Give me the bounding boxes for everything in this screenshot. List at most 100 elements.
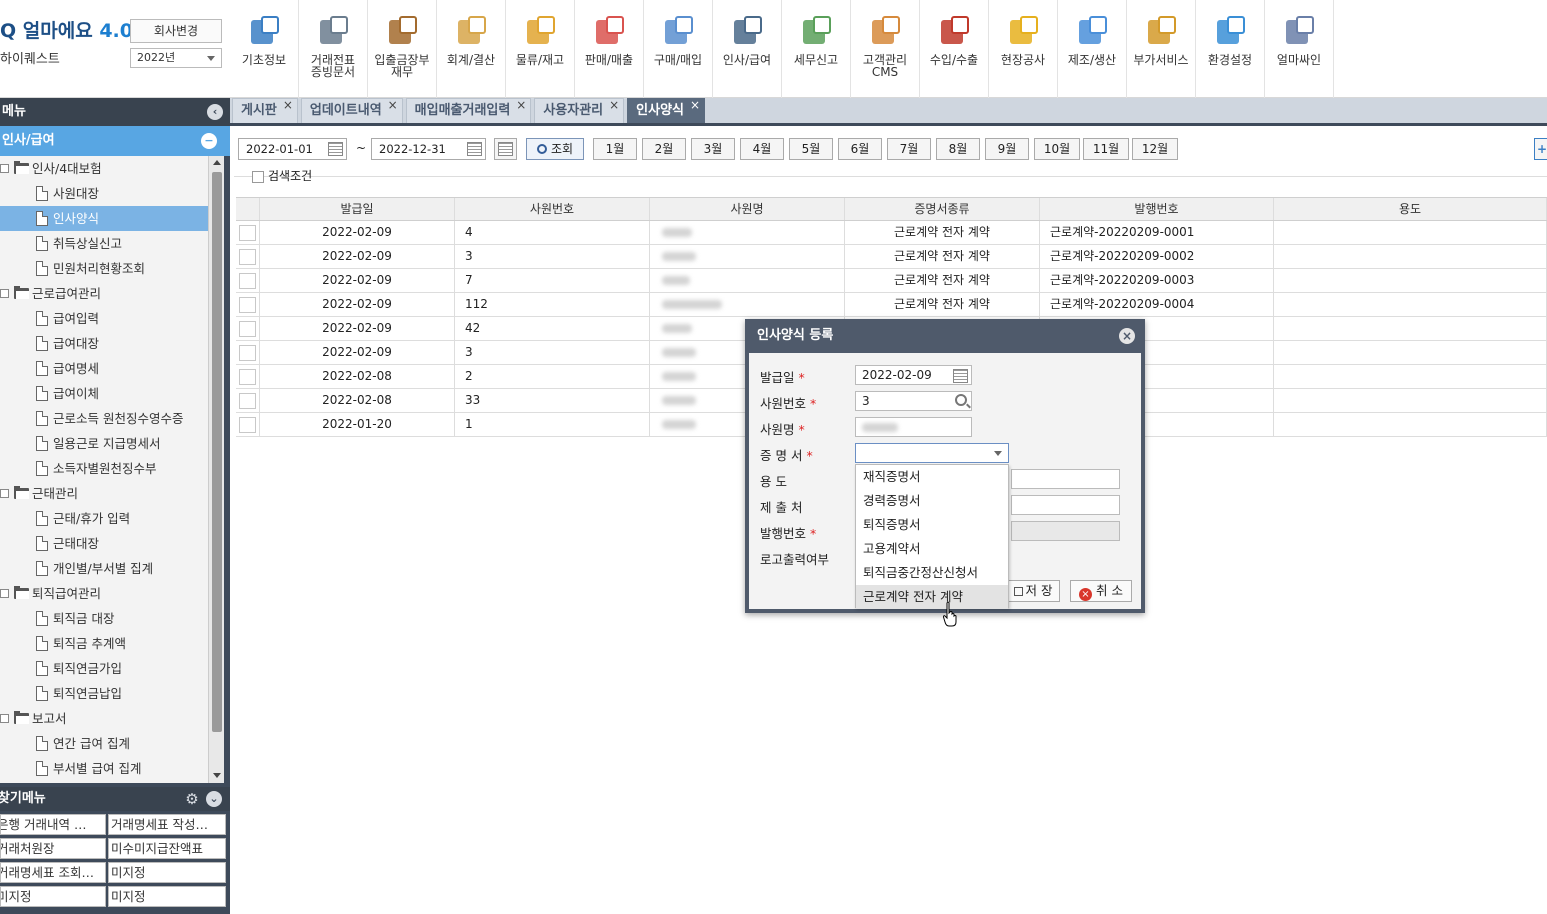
favorite-item[interactable]: 미지정 xyxy=(0,886,106,907)
collapse-left-icon[interactable]: ‹ xyxy=(207,104,223,120)
tab-3[interactable]: 매입매출거래입력 × xyxy=(405,98,532,123)
emp-no-input[interactable]: 3 xyxy=(855,391,972,411)
menu-item-8[interactable]: 인사/급여 xyxy=(713,0,782,98)
sidebar-item[interactable]: 사원대장 xyxy=(0,181,208,206)
collapse-icon[interactable] xyxy=(0,289,9,298)
favorite-item[interactable]: 은행 거래내역 … xyxy=(0,814,106,835)
date-to-input[interactable]: 2022-12-31 xyxy=(371,138,486,160)
sidebar-scrollbar[interactable] xyxy=(208,156,224,783)
table-row[interactable]: 2022-02-09 112 근로계약 전자 계약 근로계약-20220209-000… xyxy=(236,293,1547,317)
sidebar-item[interactable]: 부서별 급여 집계 xyxy=(0,756,208,781)
issue-date-input[interactable]: 2022-02-09 xyxy=(855,365,972,385)
tab-1[interactable]: 게시판 × xyxy=(232,98,298,123)
favorite-item[interactable]: 거래명세표 작성… xyxy=(108,814,226,835)
minus-icon[interactable]: − xyxy=(201,133,217,149)
tab-5[interactable]: 인사양식 × xyxy=(627,98,705,123)
company-change-button[interactable]: 회사변경 xyxy=(130,19,222,43)
menu-item-5[interactable]: 물류/재고 xyxy=(506,0,575,98)
table-row[interactable]: 2022-02-09 4 근로계약 전자 계약 근로계약-20220209-0001 xyxy=(236,221,1547,245)
favorite-item[interactable]: 거래명세표 조회… xyxy=(0,862,106,883)
emp-name-input[interactable] xyxy=(855,417,972,437)
collapse-icon[interactable] xyxy=(0,489,9,498)
menu-item-7[interactable]: 구매/매입 xyxy=(644,0,713,98)
row-checkbox[interactable] xyxy=(239,369,256,385)
cert-option[interactable]: 근로계약 전자 계약 xyxy=(856,585,1008,609)
sidebar-item[interactable]: 근로소득 원천징수영수증 xyxy=(0,406,208,431)
cert-option[interactable]: 경력증명서 xyxy=(856,489,1008,513)
month-button[interactable]: 1월 xyxy=(593,138,637,160)
row-checkbox[interactable] xyxy=(239,225,256,241)
sidebar-item[interactable]: 일용근로 지급명세서 xyxy=(0,431,208,456)
row-checkbox[interactable] xyxy=(239,393,256,409)
close-icon[interactable]: × xyxy=(516,93,526,117)
menu-item-15[interactable]: 환경설정 xyxy=(1196,0,1265,98)
sidebar-item[interactable]: 근태관리 xyxy=(0,481,208,506)
sidebar-item[interactable]: 퇴직급여관리 xyxy=(0,581,208,606)
menu-item-11[interactable]: 수입/수출 xyxy=(920,0,989,98)
sidebar-item[interactable]: 개인별/부서별 집계 xyxy=(0,556,208,581)
month-button[interactable]: 12월 xyxy=(1132,138,1178,160)
menu-item-13[interactable]: 제조/생산 xyxy=(1058,0,1127,98)
month-button[interactable]: 10월 xyxy=(1034,138,1080,160)
sidebar-item[interactable]: 퇴직금 추계액 xyxy=(0,631,208,656)
calendar-button[interactable] xyxy=(494,138,517,160)
menu-item-1[interactable]: 기초정보 xyxy=(230,0,299,98)
sidebar-item[interactable]: 퇴직연금납입 xyxy=(0,681,208,706)
scroll-up-icon[interactable] xyxy=(213,160,221,165)
save-button[interactable]: 저 장 xyxy=(1006,580,1060,602)
sidebar-item[interactable]: 급여명세 xyxy=(0,356,208,381)
month-button[interactable]: 11월 xyxy=(1083,138,1129,160)
cert-option[interactable]: 재직증명서 xyxy=(856,465,1008,489)
sidebar-item[interactable]: 퇴직금 대장 xyxy=(0,606,208,631)
menu-item-3[interactable]: 입출금장부 재무 xyxy=(368,0,437,98)
tab-4[interactable]: 사용자관리 × xyxy=(534,98,625,123)
cert-option[interactable]: 퇴직금중간정산신청서 xyxy=(856,561,1008,585)
favorite-item[interactable]: 미지정 xyxy=(108,862,226,883)
search-icon[interactable] xyxy=(955,394,967,406)
row-checkbox[interactable] xyxy=(239,321,256,337)
col-emp-name[interactable]: 사원명 xyxy=(650,198,845,220)
calendar-icon[interactable] xyxy=(953,369,968,383)
month-button[interactable]: 4월 xyxy=(740,138,784,160)
menu-item-10[interactable]: 고객관리 CMS xyxy=(851,0,920,98)
tab-2[interactable]: 업데이트내역 × xyxy=(300,98,403,123)
col-issue-date[interactable]: 발급일 xyxy=(260,198,455,220)
cert-option[interactable]: 퇴직증명서 xyxy=(856,513,1008,537)
close-icon[interactable]: × xyxy=(690,93,700,117)
sidebar-item[interactable]: 인사/4대보험 xyxy=(0,156,208,181)
chevron-down-icon[interactable]: ⌄ xyxy=(206,791,222,807)
table-row[interactable]: 2022-02-09 7 근로계약 전자 계약 근로계약-20220209-0003 xyxy=(236,269,1547,293)
table-row[interactable]: 2022-02-09 3 근로계약 전자 계약 근로계약-20220209-0002 xyxy=(236,245,1547,269)
search-button[interactable]: 조회 xyxy=(526,138,584,160)
close-icon[interactable]: × xyxy=(1119,328,1135,344)
menu-item-6[interactable]: 판매/매출 xyxy=(575,0,644,98)
menu-item-4[interactable]: 회계/결산 xyxy=(437,0,506,98)
cert-option[interactable]: 고용계약서 xyxy=(856,537,1008,561)
purpose-input[interactable] xyxy=(1011,469,1120,489)
month-button[interactable]: 5월 xyxy=(789,138,833,160)
row-checkbox[interactable] xyxy=(239,417,256,433)
month-button[interactable]: 8월 xyxy=(936,138,980,160)
month-button[interactable]: 6월 xyxy=(838,138,882,160)
month-button[interactable]: 7월 xyxy=(887,138,931,160)
menu-item-12[interactable]: 현장공사 xyxy=(989,0,1058,98)
row-checkbox[interactable] xyxy=(239,345,256,361)
sidebar-item[interactable]: 급여이체 xyxy=(0,381,208,406)
cert-type-select[interactable] xyxy=(855,443,1009,463)
cancel-button[interactable]: × 취 소 xyxy=(1070,580,1132,602)
sidebar-item[interactable]: 근로급여관리 xyxy=(0,281,208,306)
col-cert-type[interactable]: 증명서종류 xyxy=(845,198,1040,220)
sidebar-item[interactable]: 인사양식 xyxy=(0,206,208,231)
collapse-icon[interactable] xyxy=(0,589,9,598)
menu-item-9[interactable]: 세무신고 xyxy=(782,0,851,98)
sidebar-section-header[interactable]: 인사/급여 − xyxy=(0,126,230,156)
menu-item-16[interactable]: 얼마싸인 xyxy=(1265,0,1334,98)
menu-item-14[interactable]: 부가서비스 xyxy=(1127,0,1196,98)
row-checkbox[interactable] xyxy=(239,249,256,265)
month-button[interactable]: 2월 xyxy=(642,138,686,160)
sidebar-item[interactable]: 급여대장 xyxy=(0,331,208,356)
sidebar-item[interactable]: 연간 급여 집계 xyxy=(0,731,208,756)
collapse-icon[interactable] xyxy=(0,714,9,723)
sidebar-item[interactable]: 퇴직연금가입 xyxy=(0,656,208,681)
favorite-item[interactable]: 거래처원장 xyxy=(0,838,106,859)
